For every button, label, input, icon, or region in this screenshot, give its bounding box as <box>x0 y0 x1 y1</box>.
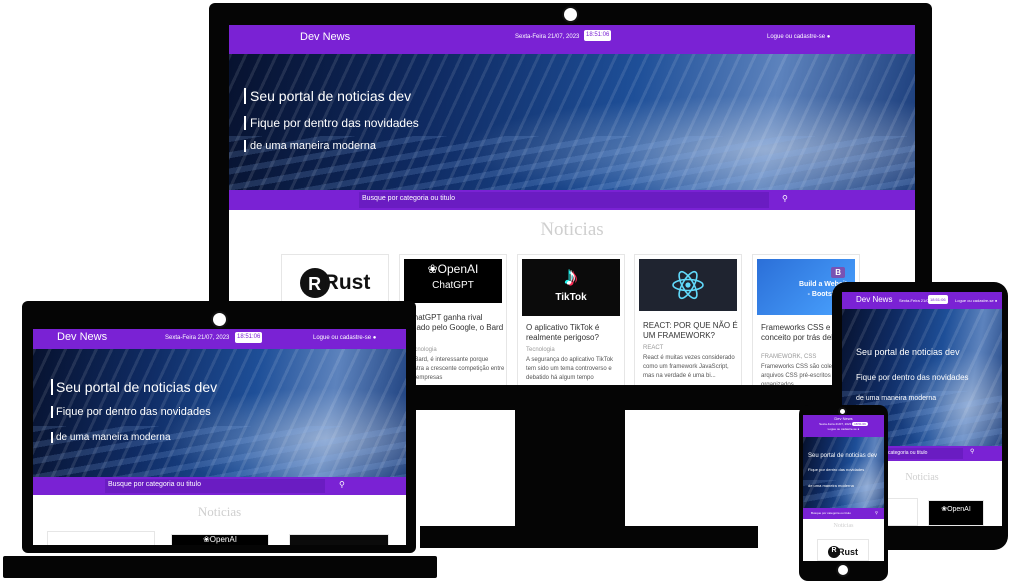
hero-line-2: de uma maneira moderna <box>51 432 171 443</box>
card-title[interactable]: O aplicativo TikTok é realmente perigoso… <box>526 323 624 343</box>
openai-logo: ❀OpenAI <box>427 262 479 276</box>
news-card-chatgpt[interactable]: ❀OpenAI <box>928 500 984 526</box>
top-bar: Dev News Sexta-Feira 21/07, 2023 18:51:0… <box>229 25 915 54</box>
hero-line-2: de uma maneira moderna <box>856 395 937 402</box>
login-link[interactable]: Logue ou cadastre-se ● <box>313 335 376 341</box>
brand-logo[interactable]: Dev News <box>856 295 892 304</box>
login-link[interactable]: Logue ou cadastre-se ● <box>767 34 830 40</box>
date-text: Sexta-Feira 21/07, 2023 <box>819 422 852 426</box>
login-link[interactable]: Logue ou cadastre-se ● <box>955 298 997 303</box>
card-category: FRAMEWORK, CSS <box>761 354 817 360</box>
hero-line-1: Fique por dentro das novidades <box>51 406 211 418</box>
search-placeholder: Busque por categoria ou titulo <box>108 481 202 488</box>
user-icon: ● <box>994 298 998 303</box>
login-label: Logue ou cadastre-se <box>827 427 857 431</box>
section-title: Noticias <box>197 504 242 519</box>
news-card-tiktok[interactable] <box>289 534 389 545</box>
search-bar: Busque por categoria ou titulo ⚲ <box>33 477 406 495</box>
phone-screen: Dev News Sexta-Feira 21/07, 2023 18:51:0… <box>803 415 884 561</box>
brand-logo[interactable]: Dev News <box>803 416 884 421</box>
bootstrap-badge-icon: B <box>831 267 845 278</box>
laptop-camera <box>211 311 228 328</box>
section-title: Noticias <box>540 219 604 240</box>
card-thumbnail: ❀OpenAI ChatGPT <box>404 259 502 303</box>
brand-logo[interactable]: Dev News <box>57 331 107 343</box>
openai-icon: ❀ <box>203 535 210 544</box>
chatgpt-label: ChatGPT <box>432 280 474 291</box>
hero-line-1: Fique por dentro das novidades <box>856 373 969 382</box>
card-excerpt: React é muitas vezes considerado como um… <box>643 355 735 379</box>
login-label: Logue ou cadastre-se <box>767 34 826 40</box>
clock-badge: 18:51:06 <box>235 332 263 343</box>
device-mockup-stage: Dev News Sexta-Feira 21/07, 2023 18:51:0… <box>0 0 1031 582</box>
tiktok-wordmark: TikTok <box>555 292 587 303</box>
card-category: Tecnologia <box>526 347 555 353</box>
news-card-rust[interactable]: R Rust <box>817 539 869 561</box>
top-bar: Dev News Sexta-Feira 21/07, 2023 18:51:0… <box>33 329 406 349</box>
clock-badge: 18:51:06 <box>928 295 948 304</box>
card-excerpt: O Bard, é interessante porque ilustra a … <box>408 357 505 381</box>
search-icon[interactable]: ⚲ <box>970 448 974 455</box>
search-input[interactable]: Busque por categoria ou titulo <box>105 479 325 493</box>
card-category: REACT <box>643 345 664 351</box>
search-icon[interactable]: ⚲ <box>339 480 345 489</box>
hero-banner: Seu portal de noticias dev Fique por den… <box>33 349 406 477</box>
search-bar: Busque por categoria ou titulo ⚲ <box>803 508 884 519</box>
tiktok-logo-icon: ♪ <box>564 261 578 291</box>
desktop-chin <box>420 386 840 408</box>
search-placeholder[interactable]: Busque por categoria ou titulo <box>811 511 851 515</box>
react-atom-icon <box>672 270 704 300</box>
phone-home-button[interactable] <box>836 563 850 577</box>
search-placeholder: Busque por categoria ou titulo <box>362 195 456 202</box>
hero-title: Seu portal de noticias dev <box>244 88 411 104</box>
search-icon[interactable]: ⚲ <box>875 510 878 515</box>
search-input[interactable]: Busque por categoria ou titulo <box>359 192 769 208</box>
user-icon: ● <box>857 427 860 431</box>
login-label: Logue ou cadastre-se <box>955 298 994 303</box>
date-text: Sexta-Feira 21/07, 2023 <box>165 335 230 341</box>
news-card-react[interactable]: REACT: POR QUE NÃO É UM FRAMEWORK? REACT… <box>634 254 742 385</box>
card-excerpt: A segurança do aplicativo TikTok tem sid… <box>526 357 614 381</box>
hero-line-2: de uma maneira moderna <box>808 483 854 488</box>
login-label: Logue ou cadastre-se <box>313 335 372 341</box>
desktop-stand-base <box>420 526 758 548</box>
clock-badge: 18:51:06 <box>852 422 868 426</box>
desktop-stand-neck <box>515 410 625 526</box>
search-bar: Busque por categoria ou titulo ⚲ <box>229 190 915 210</box>
login-link[interactable]: Logue ou cadastre-se ● <box>803 427 884 431</box>
user-icon: ● <box>826 34 831 40</box>
date-text: Sexta-Feira 21/07, 2023 <box>515 34 580 40</box>
clock-badge: 18:51:06 <box>584 30 612 41</box>
card-thumbnail <box>639 259 737 311</box>
card-title[interactable]: ChatGPT ganha rival criado pelo Google, … <box>408 313 506 333</box>
hero-title: Seu portal de noticias dev <box>856 347 960 357</box>
top-bar: Dev News Sexta-Feira 21/07, 2023 18:51:0… <box>803 415 884 437</box>
search-icon[interactable]: ⚲ <box>782 194 788 203</box>
hero-line-1: Fique por dentro das novidades <box>244 116 419 130</box>
rust-wordmark: Rust <box>323 271 371 294</box>
user-icon: ● <box>372 335 377 341</box>
hero-line-1: Fique por dentro das novidades <box>808 467 865 472</box>
card-thumbnail: R Rust <box>822 544 864 560</box>
section-title: Noticias <box>833 523 854 529</box>
hero-line-2: de uma maneira moderna <box>244 140 376 152</box>
desktop-camera <box>562 6 579 23</box>
laptop-screen: Dev News Sexta-Feira 21/07, 2023 18:51:0… <box>33 329 406 545</box>
rust-wordmark: Rust <box>838 547 858 557</box>
hero-banner: Seu portal de noticias dev Fique por den… <box>803 437 884 508</box>
news-card-tiktok[interactable]: ♪ TikTok O aplicativo TikTok é realmente… <box>517 254 625 385</box>
hero-banner: Seu portal de noticias dev Fique por den… <box>229 54 915 190</box>
date-row: Sexta-Feira 21/07, 2023 18:51:06 <box>803 422 884 426</box>
top-bar: Dev News Sexta-Feira 21/07, 2023 18:51:0… <box>842 292 1002 309</box>
card-thumbnail: ♪ TikTok <box>522 259 620 316</box>
hero-title: Seu portal de noticias dev <box>51 379 217 395</box>
hero-title: Seu portal de noticias dev <box>808 453 878 459</box>
laptop-keyboard-base <box>3 556 437 578</box>
card-thumbnail: R Rust <box>286 259 384 307</box>
openai-icon: ❀ <box>427 262 438 276</box>
news-card-chatgpt[interactable]: ❀OpenAI <box>171 534 269 545</box>
card-title[interactable]: REACT: POR QUE NÃO É UM FRAMEWORK? <box>643 321 741 341</box>
news-card-rust[interactable] <box>47 531 155 545</box>
brand-logo[interactable]: Dev News <box>300 31 350 43</box>
